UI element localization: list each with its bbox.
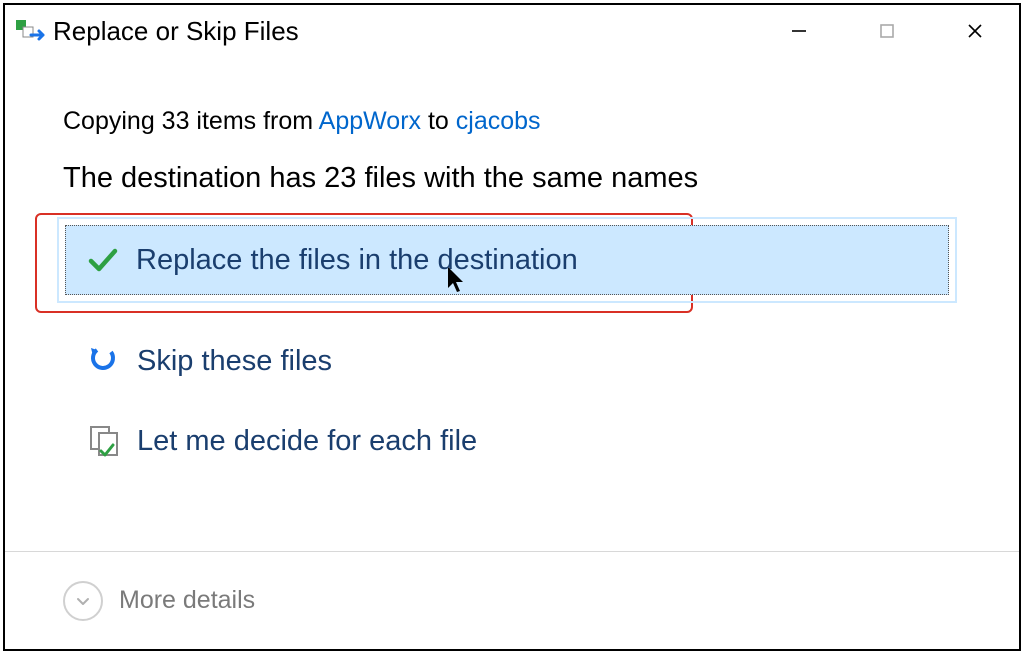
conflict-message: The destination has 23 files with the sa… — [63, 162, 961, 195]
replace-label: Replace the files in the destination — [136, 244, 578, 277]
more-details-label[interactable]: More details — [119, 586, 255, 615]
titlebar: Replace or Skip Files — [5, 5, 1019, 57]
undo-arrow-icon — [87, 344, 137, 378]
options-list: Skip these files Let me decide for each … — [63, 321, 961, 481]
chevron-down-icon[interactable] — [63, 581, 103, 621]
decide-label: Let me decide for each file — [137, 425, 477, 458]
source-link[interactable]: AppWorx — [319, 107, 421, 135]
status-mid: to — [421, 107, 456, 135]
annotation-highlight: Replace the files in the destination — [35, 213, 693, 313]
maximize-button[interactable] — [843, 5, 931, 57]
status-prefix: Copying 33 items from — [63, 107, 319, 135]
dialog-window: Replace or Skip Files Copying 33 items f… — [3, 3, 1021, 651]
dialog-content: Copying 33 items from AppWorx to cjacobs… — [5, 57, 1019, 551]
footer: More details — [5, 551, 1019, 649]
decide-option[interactable]: Let me decide for each file — [63, 401, 961, 481]
skip-option[interactable]: Skip these files — [63, 321, 961, 401]
compare-files-icon — [87, 423, 137, 459]
replace-option[interactable]: Replace the files in the destination — [65, 225, 949, 295]
window-title: Replace or Skip Files — [53, 16, 299, 47]
minimize-button[interactable] — [755, 5, 843, 57]
status-line: Copying 33 items from AppWorx to cjacobs — [63, 107, 961, 136]
dest-link[interactable]: cjacobs — [456, 107, 541, 135]
window-controls — [755, 5, 1019, 57]
copy-transfer-icon — [15, 17, 47, 45]
checkmark-icon — [86, 243, 136, 277]
close-button[interactable] — [931, 5, 1019, 57]
skip-label: Skip these files — [137, 345, 332, 378]
